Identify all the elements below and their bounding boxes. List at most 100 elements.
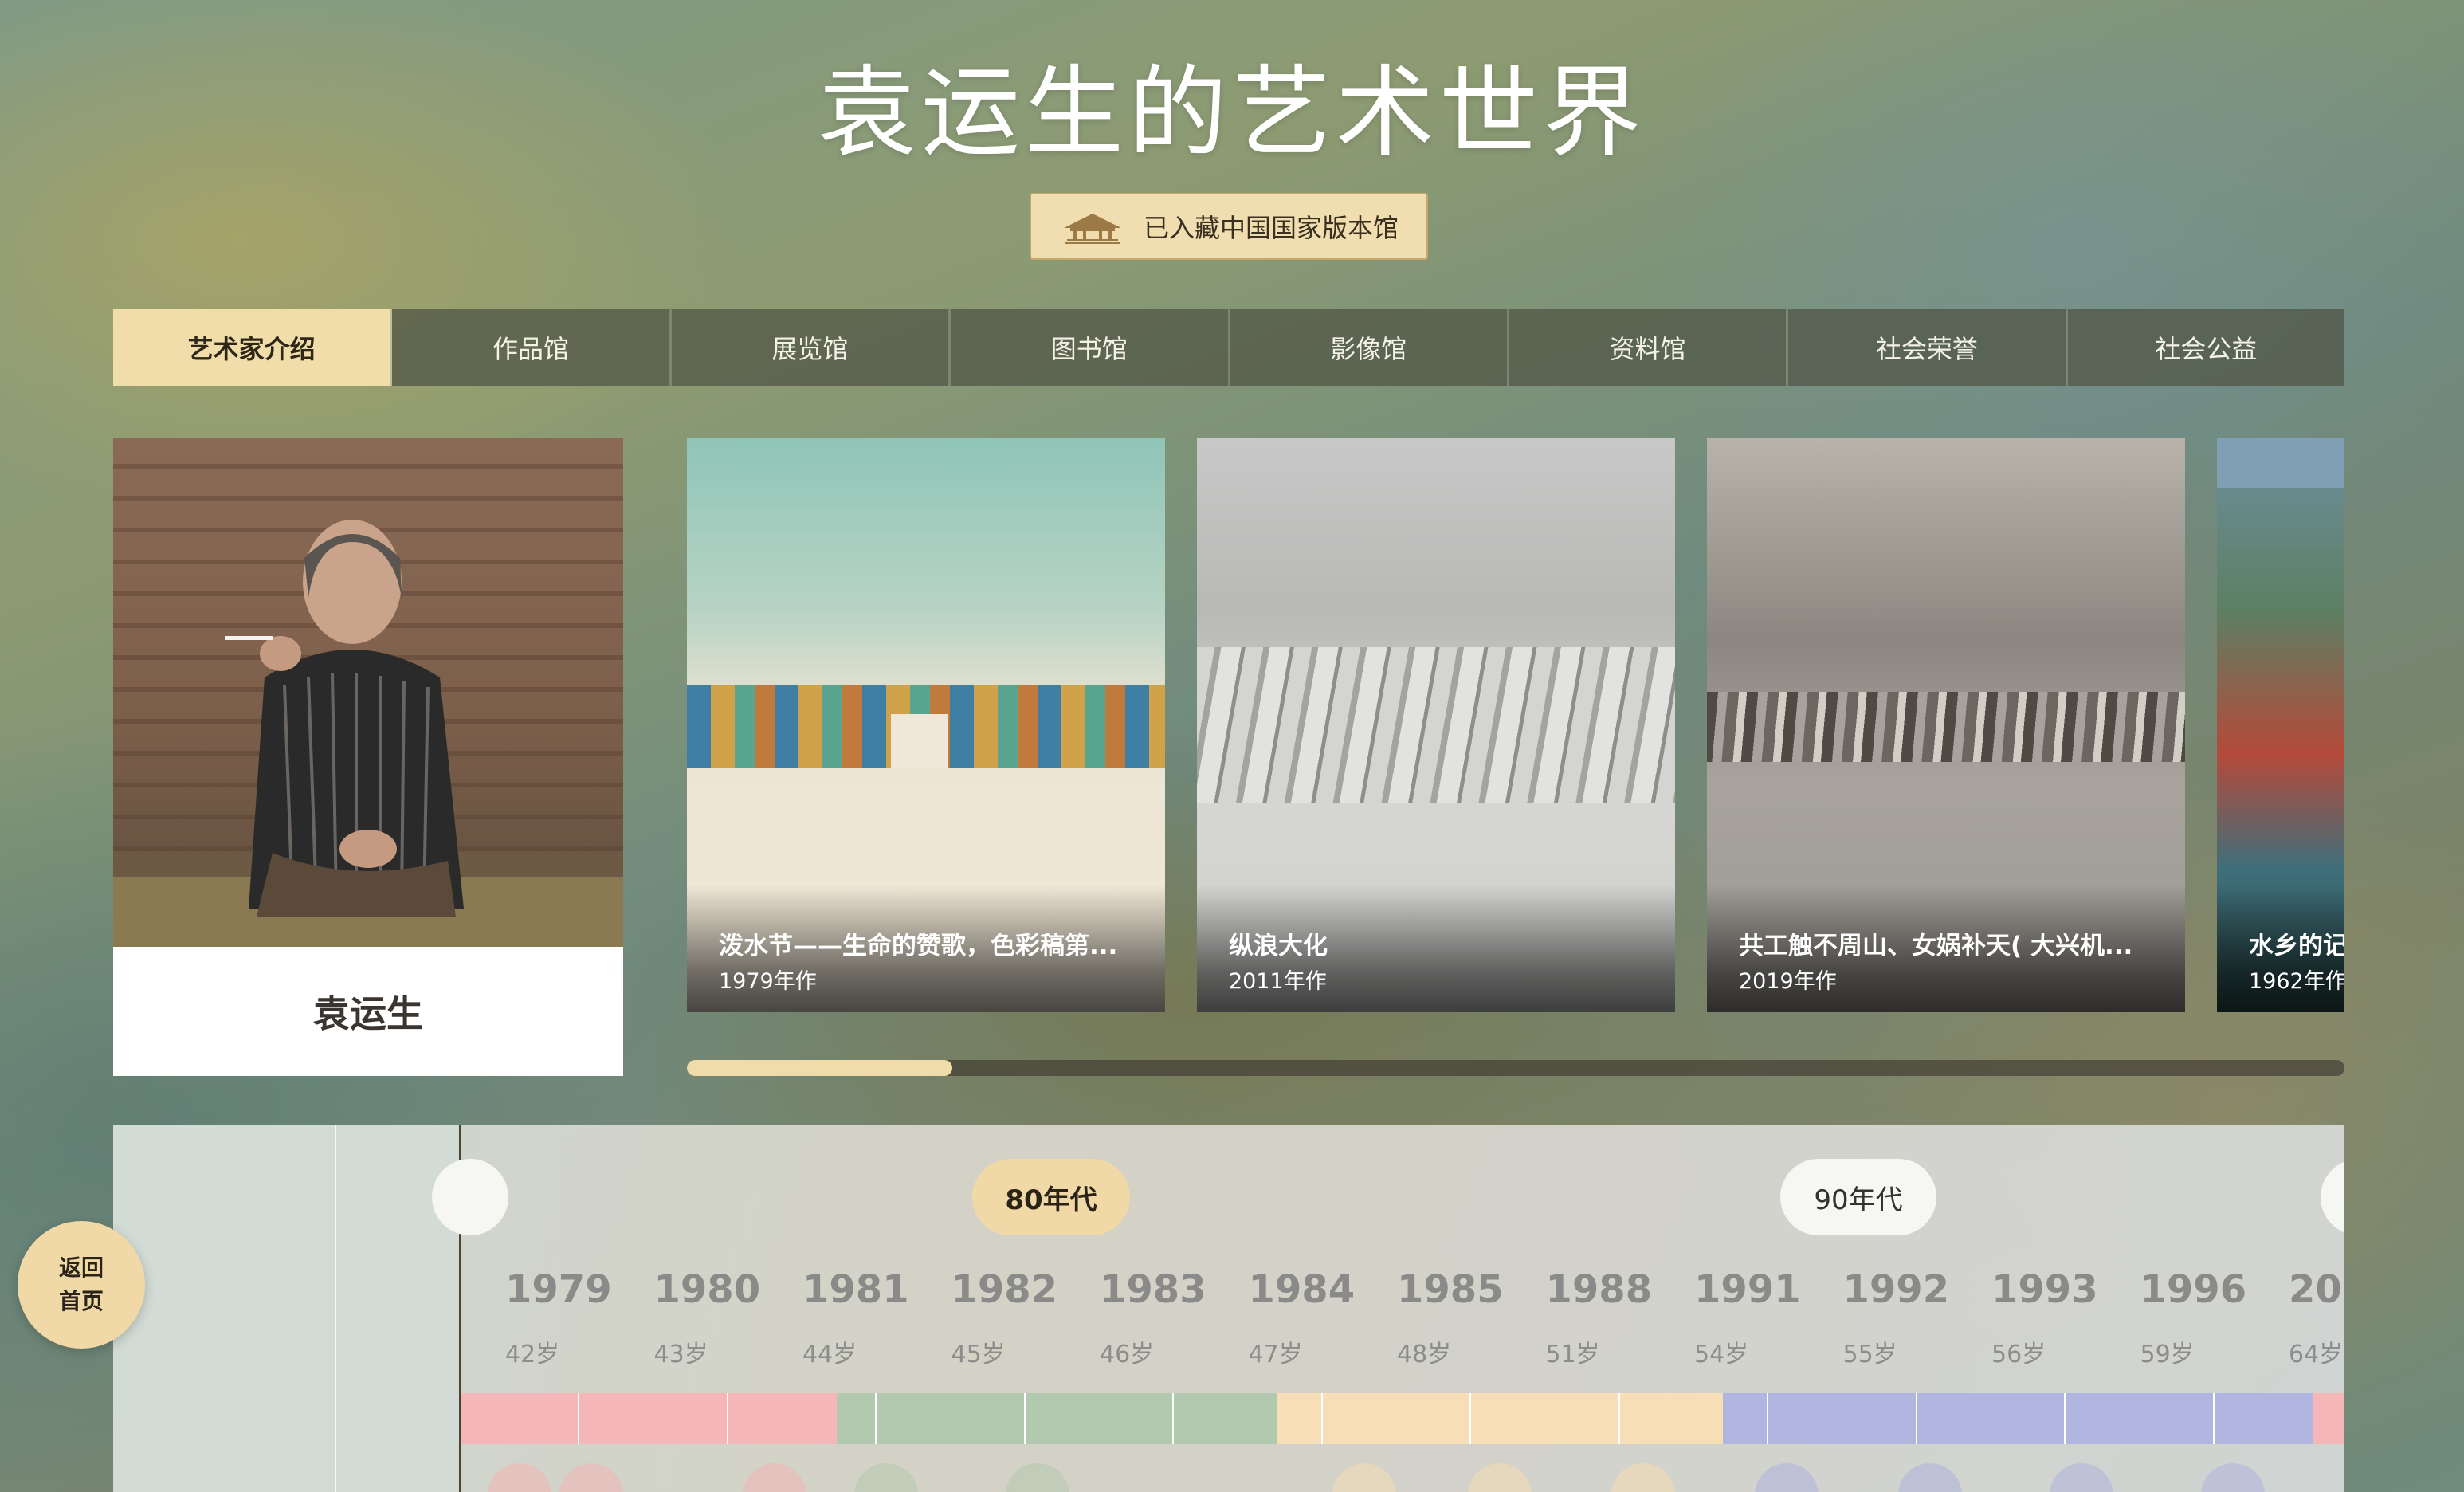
timeline-dot (2050, 1463, 2113, 1492)
works-scrollbar[interactable] (687, 1060, 2344, 1076)
timeline-year[interactable]: 1982 (951, 1267, 1098, 1312)
timeline-year-tick (1618, 1393, 1620, 1444)
timeline-bar-1990s (1723, 1393, 2313, 1444)
tab-artist-intro[interactable]: 艺术家介绍 (113, 309, 393, 386)
archive-badge[interactable]: 已入藏中国国家版本馆 (1030, 193, 1428, 260)
timeline-age: 46岁 (1100, 1341, 1155, 1368)
timeline-dot (559, 1463, 623, 1492)
work-card[interactable]: 纵浪大化 2011年作 (1197, 438, 1675, 1012)
artist-name: 袁运生 (313, 992, 423, 1035)
timeline-age: 47岁 (1248, 1341, 1303, 1368)
work-title: 纵浪大化 (1229, 932, 1328, 960)
work-image-sky (2217, 438, 2344, 488)
work-title: 水乡的记 (2249, 932, 2344, 960)
decade-90s[interactable]: 90年代 (1780, 1159, 1936, 1235)
timeline-year-tick (1915, 1393, 1917, 1444)
work-year: 2019年作 (1739, 969, 1837, 994)
timeline-year[interactable]: 2001 (2289, 1267, 2344, 1312)
timeline-year-tick (726, 1393, 728, 1444)
timeline-age: 59岁 (2140, 1341, 2195, 1368)
timeline-dot (854, 1463, 918, 1492)
timeline-age: 51岁 (1545, 1341, 1600, 1368)
timeline: 80年代 90年代 1979 42岁 1980 43岁 1981 44岁 1982 45岁 19… (113, 1125, 2344, 1492)
timeline-dot (743, 1463, 806, 1492)
timeline-age: 56岁 (1991, 1341, 2046, 1368)
timeline-dot (1332, 1463, 1396, 1492)
work-card[interactable]: 水乡的记 1962年作 (2217, 438, 2344, 1012)
timeline-year[interactable]: 1981 (802, 1267, 949, 1312)
timeline-age: 45岁 (951, 1341, 1006, 1368)
timeline-year-tick (1469, 1393, 1471, 1444)
timeline-year-tick (2064, 1393, 2066, 1444)
back-home-button[interactable]: 返回 首页 (18, 1221, 145, 1349)
work-image-gap (891, 714, 948, 768)
timeline-year-tick (2212, 1393, 2215, 1444)
page-title: 袁运生的艺术世界 (817, 56, 1646, 171)
timeline-age: 64岁 (2289, 1341, 2344, 1368)
tab-charity[interactable]: 社会公益 (2068, 309, 2344, 386)
works-scrollbar-thumb[interactable] (687, 1060, 952, 1076)
timeline-bar-1970s (461, 1393, 837, 1444)
timeline-year-tick (1172, 1393, 1174, 1444)
back-home-label-line1: 返回 (58, 1254, 104, 1281)
work-title: 共工触不周山、女娲补天( 大兴机... (1739, 932, 2133, 960)
timeline-year[interactable]: 1996 (2140, 1267, 2287, 1312)
tab-library[interactable]: 图书馆 (951, 309, 1230, 386)
timeline-year[interactable]: 1979 (505, 1267, 652, 1312)
timeline-side-column (113, 1125, 461, 1492)
timeline-year[interactable]: 1992 (1843, 1267, 1990, 1312)
timeline-bar-early-80s (837, 1393, 1277, 1444)
timeline-year[interactable]: 1988 (1546, 1267, 1693, 1312)
work-title: 泼水节——生命的赞歌，色彩稿第... (719, 932, 1118, 960)
timeline-year-tick (1023, 1393, 1026, 1444)
work-card[interactable]: 泼水节——生命的赞歌，色彩稿第... 1979年作 (687, 438, 1165, 1012)
timeline-dot (488, 1463, 551, 1492)
timeline-dot (1468, 1463, 1532, 1492)
archive-badge-label: 已入藏中国国家版本馆 (1143, 213, 1399, 243)
timeline-age: 42岁 (505, 1341, 560, 1368)
tab-works-hall[interactable]: 作品馆 (392, 309, 672, 386)
timeline-year-tick (578, 1393, 579, 1444)
timeline-dot (1755, 1463, 1819, 1492)
artist-photo (113, 438, 623, 947)
back-home-label-line2: 首页 (58, 1288, 104, 1314)
tab-honors[interactable]: 社会荣誉 (1788, 309, 2068, 386)
timeline-guide-line (335, 1125, 336, 1492)
timeline-age: 44岁 (802, 1341, 857, 1368)
works-carousel[interactable]: 泼水节——生命的赞歌，色彩稿第... 1979年作 纵浪大化 2011年作 共工… (687, 438, 2344, 1012)
timeline-age: 48岁 (1397, 1341, 1452, 1368)
timeline-dot (1611, 1463, 1675, 1492)
timeline-year[interactable]: 1991 (1694, 1267, 1841, 1312)
timeline-dot (1898, 1463, 1962, 1492)
timeline-year[interactable]: 1984 (1249, 1267, 1395, 1312)
timeline-year[interactable]: 1983 (1100, 1267, 1246, 1312)
tab-video-hall[interactable]: 影像馆 (1230, 309, 1509, 386)
timeline-year[interactable]: 1980 (654, 1267, 801, 1312)
artist-card[interactable]: 袁运生 (113, 438, 623, 1076)
decade-prev-partial[interactable] (432, 1159, 508, 1235)
work-year: 2011年作 (1229, 969, 1327, 994)
timeline-age: 55岁 (1842, 1341, 1897, 1368)
work-card[interactable]: 共工触不周山、女娲补天( 大兴机... 2019年作 (1707, 438, 2185, 1012)
timeline-year[interactable]: 1993 (1991, 1267, 2138, 1312)
tab-exhibition-hall[interactable]: 展览馆 (672, 309, 951, 386)
decade-80s[interactable]: 80年代 (972, 1159, 1130, 1235)
timeline-age: 43岁 (653, 1341, 708, 1368)
timeline-year[interactable]: 1985 (1397, 1267, 1544, 1312)
timeline-year-tick (1320, 1393, 1323, 1444)
decade-next-partial[interactable] (2321, 1159, 2344, 1235)
timeline-dot (1006, 1463, 1069, 1492)
timeline-year-tick (875, 1393, 877, 1444)
timeline-dot (2201, 1463, 2265, 1492)
timeline-bar-late-80s (1277, 1393, 1723, 1444)
timeline-bar-2000s (2313, 1393, 2344, 1444)
national-archives-logo-icon (1063, 214, 1121, 244)
work-image (1707, 692, 2185, 762)
work-year: 1962年作 (2249, 969, 2344, 994)
work-year: 1979年作 (719, 969, 817, 994)
tab-archives[interactable]: 资料馆 (1509, 309, 1789, 386)
timeline-year-tick (1767, 1393, 1768, 1444)
main-nav: 艺术家介绍 作品馆 展览馆 图书馆 影像馆 资料馆 社会荣誉 社会公益 (113, 309, 2344, 386)
work-image (1197, 647, 1675, 803)
timeline-age: 54岁 (1694, 1341, 1749, 1368)
